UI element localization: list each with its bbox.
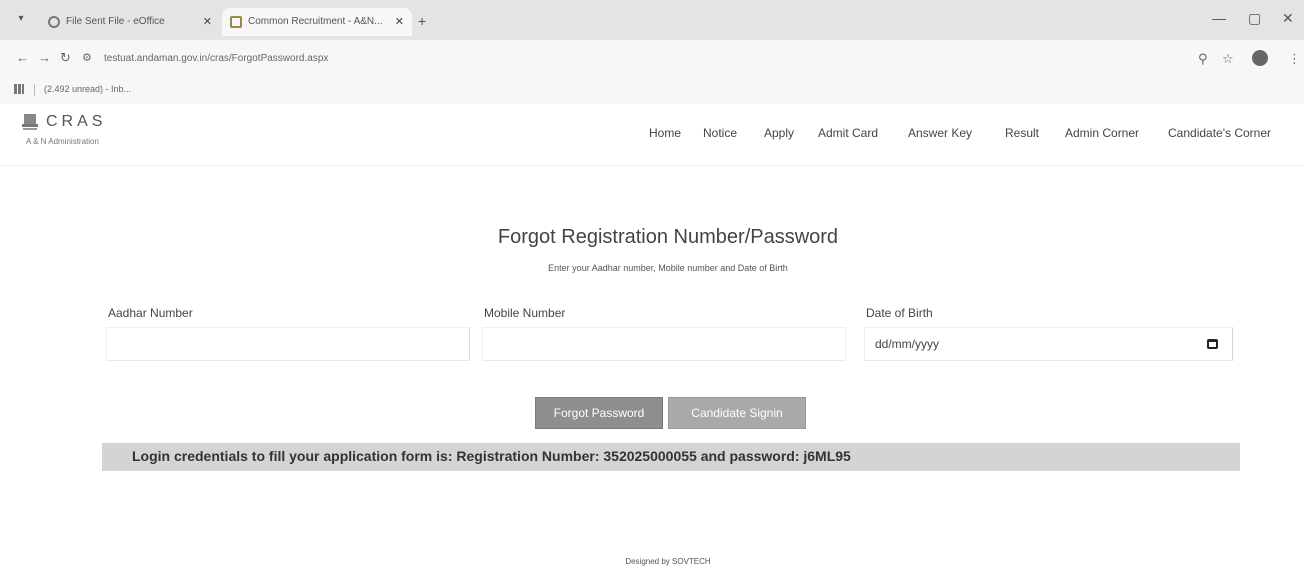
bookmarks-bar: (2.492 unread) - Inb... <box>0 78 1304 104</box>
browser-address-bar: ← → ↻ ⚙ testuat.andaman.gov.in/cras/Forg… <box>0 40 1304 78</box>
reload-icon[interactable]: ↻ <box>60 50 71 66</box>
apps-grid-icon[interactable] <box>14 84 24 94</box>
dob-placeholder: dd/mm/yyyy <box>875 337 940 351</box>
profile-avatar-icon[interactable] <box>1252 50 1268 66</box>
dob-input[interactable]: dd/mm/yyyy <box>864 327 1233 361</box>
browser-menu-icon[interactable]: ⋮ <box>1288 51 1301 67</box>
nav-notice[interactable]: Notice <box>703 126 737 140</box>
candidate-signin-button[interactable]: Candidate Signin <box>668 397 806 429</box>
url-field[interactable]: ⚙ testuat.andaman.gov.in/cras/ForgotPass… <box>80 46 1140 72</box>
tab-search-icon[interactable]: ▾ <box>14 12 28 26</box>
site-settings-icon[interactable]: ⚙ <box>82 51 92 64</box>
footer-credit: Designed by SOVTECH <box>625 557 711 566</box>
tab-label: File Sent File - eOffice <box>66 16 165 27</box>
forward-icon[interactable]: → <box>38 50 51 65</box>
bookmark-star-icon[interactable]: ☆ <box>1222 51 1234 67</box>
mobile-label: Mobile Number <box>484 306 566 320</box>
site-logo-subtitle: A & N Administration <box>26 137 99 146</box>
calendar-icon[interactable] <box>1207 339 1218 349</box>
bookmark-separator <box>34 84 35 96</box>
mobile-input[interactable] <box>482 327 846 361</box>
page-subtitle: Enter your Aadhar number, Mobile number … <box>548 263 788 273</box>
close-window-icon[interactable]: ✕ <box>1282 10 1294 27</box>
nav-admin-corner[interactable]: Admin Corner <box>1065 126 1139 140</box>
aadhar-label: Aadhar Number <box>108 306 193 320</box>
close-tab-icon[interactable]: ✕ <box>203 8 212 36</box>
nav-apply[interactable]: Apply <box>764 126 794 140</box>
zoom-icon[interactable]: ⚲ <box>1198 51 1208 67</box>
nav-candidates-corner[interactable]: Candidate's Corner <box>1168 126 1271 140</box>
url-text: testuat.andaman.gov.in/cras/ForgotPasswo… <box>104 53 329 64</box>
emblem-favicon-icon <box>230 16 242 28</box>
maximize-icon[interactable]: ▢ <box>1248 10 1261 27</box>
nav-result[interactable]: Result <box>1005 126 1039 140</box>
site-logo-title[interactable]: CRAS <box>46 113 106 131</box>
aadhar-input[interactable] <box>106 327 470 361</box>
browser-tab-cras[interactable]: Common Recruitment - A&N... ✕ <box>222 8 412 36</box>
nav-admit-card[interactable]: Admit Card <box>818 126 878 140</box>
page-title: Forgot Registration Number/Password <box>497 226 839 248</box>
tab-label: Common Recruitment - A&N... <box>248 16 383 27</box>
national-emblem-icon <box>22 114 38 130</box>
browser-tab-bar: ▾ File Sent File - eOffice ✕ Common Recr… <box>0 0 1304 40</box>
new-tab-icon[interactable]: + <box>418 13 426 29</box>
credentials-message: Login credentials to fill your applicati… <box>132 448 851 464</box>
browser-tab-eoffice[interactable]: File Sent File - eOffice ✕ <box>40 8 220 36</box>
site-header: CRAS A & N Administration Home Notice Ap… <box>0 104 1304 166</box>
nav-answer-key[interactable]: Answer Key <box>908 126 972 140</box>
dob-label: Date of Birth <box>866 306 933 320</box>
eoffice-favicon-icon <box>48 16 60 28</box>
credentials-banner: Login credentials to fill your applicati… <box>102 443 1240 471</box>
bookmark-gmail[interactable]: (2.492 unread) - Inb... <box>44 84 131 94</box>
nav-home[interactable]: Home <box>649 126 681 140</box>
close-tab-icon[interactable]: ✕ <box>395 8 404 36</box>
minimize-icon[interactable]: — <box>1212 10 1226 26</box>
forgot-password-button[interactable]: Forgot Password <box>535 397 663 429</box>
back-icon[interactable]: ← <box>16 50 29 65</box>
